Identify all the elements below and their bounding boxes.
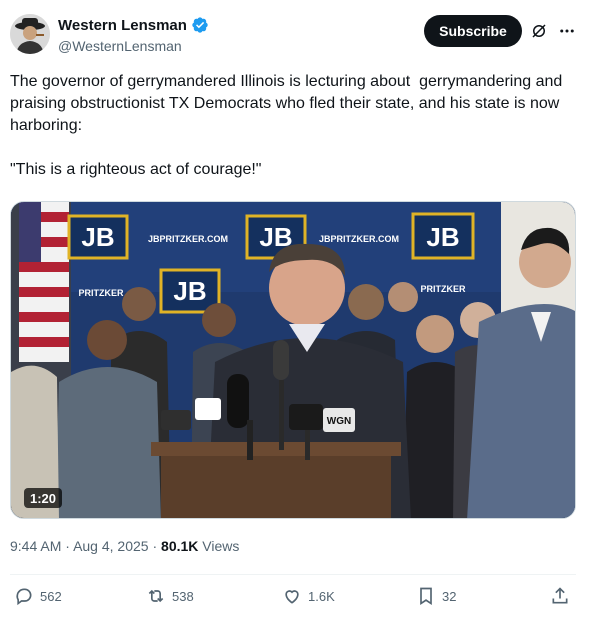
backdrop-url-text: JBPRITZKER.COM	[319, 234, 399, 244]
verified-badge-icon	[192, 17, 208, 33]
tweet-header: Western Lensman @WesternLensman Subscrib…	[10, 12, 581, 60]
meta-separator: ·	[152, 538, 158, 554]
video-frame: JB JB JB JB JBPRITZKER.COM JBPRITZKER.CO…	[11, 202, 575, 518]
name-row: Western Lensman	[58, 16, 209, 34]
views-label: Views	[202, 538, 240, 554]
tweet-text: The governor of gerrymandered Illinois i…	[10, 73, 563, 178]
backdrop-url-text: PRITZKER	[79, 288, 125, 298]
avatar[interactable]	[10, 14, 50, 54]
tweet-time[interactable]: 9:44 AM	[10, 538, 61, 554]
bookmark-count: 32	[442, 588, 457, 604]
tweet-date[interactable]: Aug 4, 2025	[73, 538, 149, 554]
heart-icon	[285, 590, 299, 604]
handle[interactable]: @WesternLensman	[58, 38, 182, 54]
podium	[151, 442, 401, 518]
us-flag-icon	[19, 202, 69, 362]
repost-count: 538	[172, 588, 194, 604]
reply-icon	[16, 588, 32, 606]
reply-count: 562	[40, 588, 62, 604]
meta-separator: ·	[65, 538, 70, 554]
share-button[interactable]	[550, 586, 570, 606]
like-count: 1.6K	[308, 588, 335, 604]
like-button[interactable]: 1.6K	[282, 586, 335, 606]
reply-button[interactable]: 562	[14, 586, 62, 606]
backdrop-logo-text: JB	[173, 276, 206, 306]
repost-button[interactable]: 538	[146, 586, 194, 606]
bookmark-icon	[420, 587, 432, 606]
backdrop-logo-text: JB	[426, 222, 459, 252]
repost-icon	[148, 589, 164, 603]
tweet-meta: 9:44 AM · Aug 4, 2025 · 80.1K Views	[10, 538, 239, 554]
more-icon[interactable]	[558, 22, 576, 40]
video-player[interactable]: JB JB JB JB JBPRITZKER.COM JBPRITZKER.CO…	[10, 201, 576, 519]
backdrop-url-text: PRITZKER	[421, 284, 467, 294]
bookmark-button[interactable]: 32	[416, 586, 456, 606]
views-count: 80.1K	[161, 538, 199, 554]
display-name[interactable]: Western Lensman	[58, 17, 187, 34]
share-icon	[552, 587, 568, 604]
grok-icon[interactable]	[530, 22, 548, 40]
backdrop-url-text: JBPRITZKER.COM	[148, 234, 228, 244]
subscribe-button[interactable]: Subscribe	[424, 15, 522, 47]
divider	[10, 574, 576, 575]
action-bar: 562 538 1.6K 32	[10, 586, 576, 614]
backdrop-logo-text: JB	[81, 222, 114, 252]
video-duration: 1:20	[24, 488, 63, 508]
mic-flag-text: WGN	[327, 416, 351, 427]
